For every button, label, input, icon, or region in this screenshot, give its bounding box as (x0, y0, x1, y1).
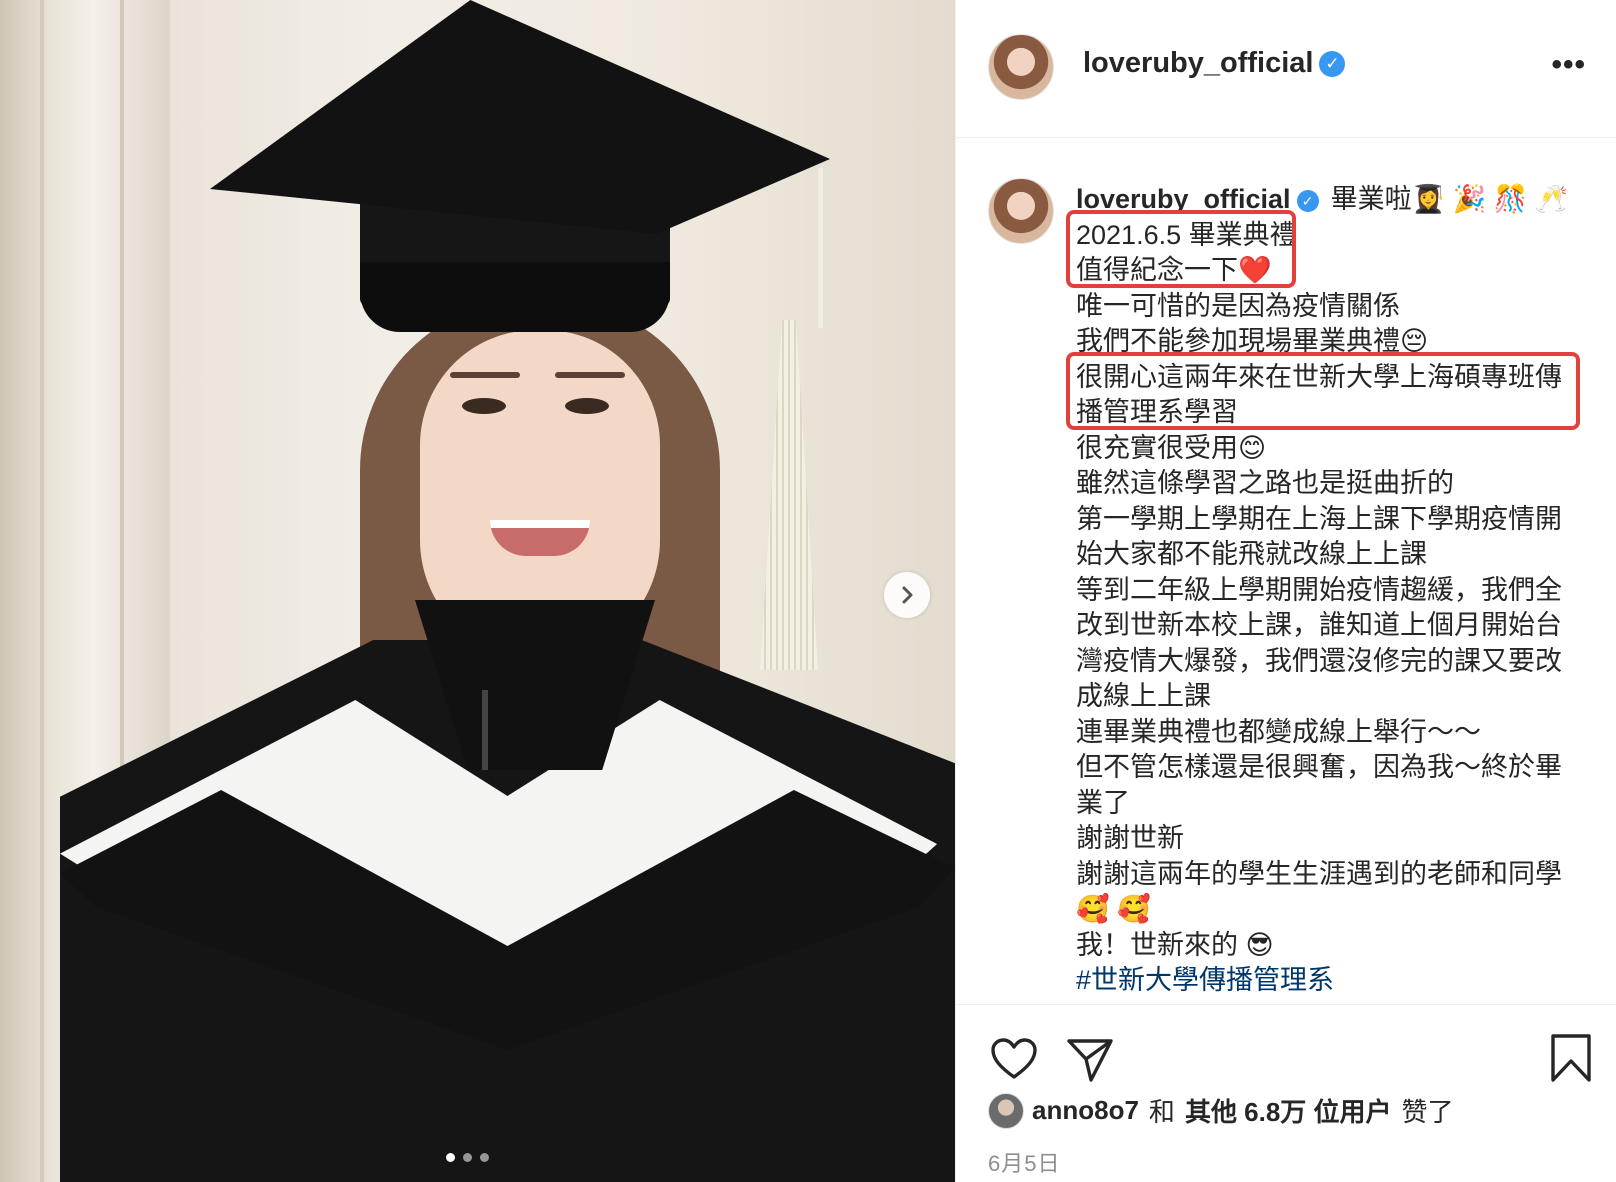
hashtag-link[interactable]: #世新大學傳播管理系 (1076, 963, 1586, 999)
likes-count-link[interactable]: 其他 6.8万 位用户 (1185, 1092, 1392, 1129)
caption-line: 第一學期上學期在上海上課下學期疫情開始大家都不能飛就改線上上課 (1076, 503, 1562, 570)
verified-badge-icon: ✓ (1319, 51, 1346, 78)
caption-line: 等到二年級上學期開始疫情趨緩，我們全改到世新本校上課，誰知道上個月開始台灣疫情大… (1076, 574, 1562, 712)
tassel-cord (818, 168, 823, 328)
cap-band (360, 262, 670, 332)
more-options-icon[interactable]: ••• (1551, 48, 1586, 82)
eye (565, 398, 609, 414)
likes-summary: anno8o7 和 其他 6.8万 位用户 赞了 (988, 1092, 1454, 1129)
caption-line: 唯一可惜的是因為疫情關係 (1076, 290, 1400, 321)
likes-suffix: 赞了 (1401, 1097, 1454, 1127)
bookmark-icon (1551, 1034, 1591, 1082)
post-detail-panel: loveruby_official ✓ ••• loveruby_official… (955, 0, 1616, 1182)
gown-zipper (482, 690, 488, 770)
avatar[interactable] (988, 34, 1054, 100)
brow (450, 372, 520, 378)
post-header: loveruby_official ✓ ••• (956, 0, 1616, 138)
caption-line: 雖然這條學習之路也是挺曲折的 (1076, 468, 1454, 498)
post-author[interactable]: loveruby_official ✓ (1083, 47, 1346, 80)
carousel-dot (446, 1153, 455, 1162)
carousel-dot (463, 1153, 472, 1162)
caption-line: 我！世新來的 😎 (1076, 929, 1274, 960)
liker-avatar[interactable] (988, 1092, 1024, 1129)
heart-icon (991, 1038, 1037, 1079)
paper-plane-icon (1067, 1039, 1113, 1082)
chevron-right-icon (902, 586, 913, 604)
wall-molding (40, 0, 44, 1182)
eye (462, 398, 506, 414)
caption-line: 很充實很受用😊 (1076, 432, 1267, 463)
caption-avatar[interactable] (988, 178, 1054, 244)
post-caption: loveruby_official ✓ 畢業啦👩‍🎓 🎉 🎊 🥂 2021.6.5 … (1076, 182, 1586, 999)
post-photo[interactable] (0, 0, 955, 1182)
verified-badge-icon: ✓ (1296, 189, 1319, 212)
save-button[interactable] (1550, 1033, 1592, 1088)
caption-line: 謝謝世新 (1076, 823, 1184, 853)
like-button[interactable] (990, 1037, 1038, 1086)
liker-username[interactable]: anno8o7 (1032, 1095, 1139, 1126)
brow (555, 372, 625, 378)
caption-line: 謝謝這兩年的學生生涯遇到的老師和同學🥰 🥰 (1076, 858, 1562, 925)
carousel-dot (480, 1153, 489, 1162)
caption-text: 畢業啦👩‍🎓 🎉 🎊 🥂 (1330, 184, 1569, 214)
carousel-next-button[interactable] (884, 572, 930, 618)
highlight-box-school (1066, 352, 1580, 430)
carousel-indicator (446, 1153, 489, 1162)
tassel (760, 320, 818, 670)
post-date[interactable]: 6月5日 (988, 1146, 1060, 1178)
caption-line: 但不管怎樣還是很興奮，因為我～終於畢業了 (1076, 752, 1562, 818)
share-button[interactable] (1066, 1037, 1114, 1088)
likes-connector: 和 (1148, 1097, 1175, 1127)
highlight-box-date (1066, 210, 1296, 288)
caption-line: 連畢業典禮也都變成線上舉行～～ (1076, 716, 1481, 747)
username-link[interactable]: loveruby_official (1083, 47, 1313, 79)
